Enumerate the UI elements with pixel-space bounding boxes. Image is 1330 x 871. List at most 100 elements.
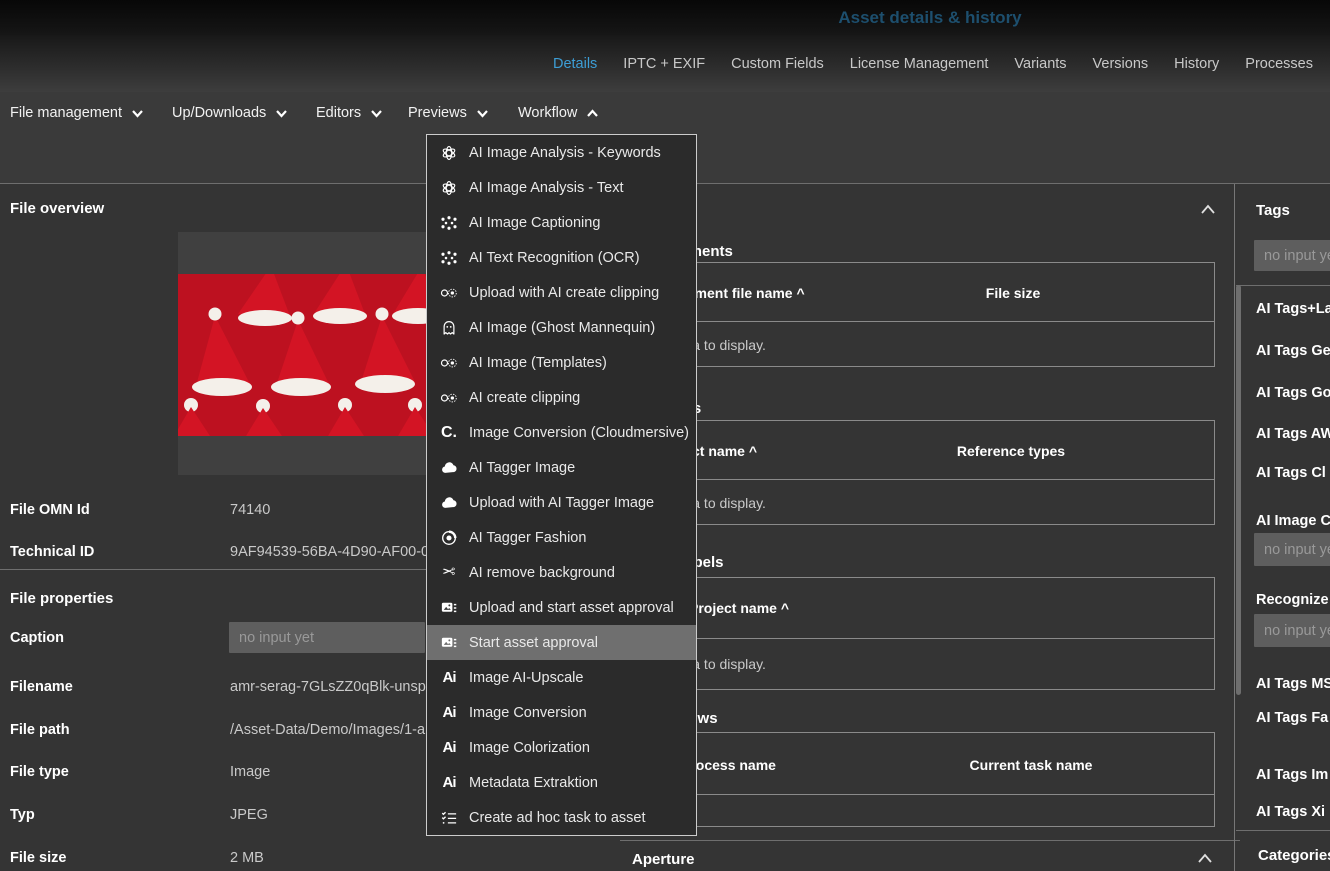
tag-group-ai-tags-ge[interactable]: AI Tags Ge — [1256, 343, 1330, 359]
menu-item-ai-image-analysis-text[interactable]: AI Image Analysis - Text — [427, 170, 696, 205]
chevron-down-icon — [275, 109, 288, 118]
tag-group-ai-tags-la[interactable]: AI Tags+La — [1256, 301, 1330, 317]
ghost-icon — [438, 319, 460, 337]
ai-image-input[interactable] — [1254, 533, 1330, 566]
menu-item-ai-tagger-image[interactable]: AI Tagger Image — [427, 450, 696, 485]
clipping-icon — [438, 284, 460, 302]
tab-processes[interactable]: Processes — [1232, 56, 1326, 72]
column-header-project-name[interactable]: Project name ^ — [689, 600, 789, 616]
aperture-section-title: Aperture — [632, 851, 695, 868]
collapse-panel-icon[interactable] — [1200, 204, 1216, 215]
technical-id-value: 9AF94539-56BA-4D90-AF00-0 — [230, 544, 429, 560]
tag-group-ai-tags-aw[interactable]: AI Tags AW — [1256, 426, 1330, 442]
menu-file-management[interactable]: File management — [10, 105, 144, 121]
column-header-file-size[interactable]: File size — [953, 285, 1073, 301]
window-titlebar: Asset details & history — [0, 0, 1330, 35]
tab-versions[interactable]: Versions — [1080, 56, 1162, 72]
tags-divider — [1236, 285, 1330, 286]
ai-logo-icon: Ai — [438, 670, 460, 685]
menu-item-upload-with-ai-tagger-image[interactable]: Upload with AI Tagger Image — [427, 485, 696, 520]
collapse-aperture-icon[interactable] — [1197, 853, 1213, 864]
openai-icon — [438, 144, 460, 162]
menu-item-ai-text-recognition-ocr[interactable]: AI Text Recognition (OCR) — [427, 240, 696, 275]
menu-item-ai-tagger-fashion[interactable]: AI Tagger Fashion — [427, 520, 696, 555]
workflow-dropdown-menu: AI Image Analysis - Keywords AI Image An… — [426, 134, 697, 836]
field-label: File size — [10, 850, 66, 866]
menu-item-ai-image-ghost-mannequin[interactable]: AI Image (Ghost Mannequin) — [427, 310, 696, 345]
cloudmersive-icon: C. — [438, 425, 460, 441]
recognize-input[interactable] — [1254, 614, 1330, 647]
menu-item-metadata-extraktion[interactable]: Ai Metadata Extraktion — [427, 765, 696, 800]
cloud-icon — [438, 459, 460, 477]
tag-group-ai-tags-xi[interactable]: AI Tags Xi — [1256, 804, 1325, 820]
categories-divider — [1236, 830, 1330, 831]
categories-section-title: Categories — [1258, 847, 1330, 864]
file-size-value: 2 MB — [230, 850, 264, 866]
scissors-icon: ✂ — [438, 565, 460, 581]
aperture-divider — [620, 840, 1240, 841]
column-header-reference-types[interactable]: Reference types — [941, 443, 1081, 459]
menu-item-upload-and-start-asset-approval[interactable]: Upload and start asset approval — [427, 590, 696, 625]
menu-item-create-ad-hoc-task[interactable]: Create ad hoc task to asset — [427, 800, 696, 835]
file-properties-title: File properties — [10, 590, 113, 607]
scrollbar-thumb[interactable] — [1236, 285, 1241, 695]
chevron-down-icon — [131, 109, 144, 118]
field-label: Technical ID — [10, 544, 94, 560]
projects-table: Project name ^ Reference types No data t… — [630, 420, 1215, 525]
tab-variants[interactable]: Variants — [1001, 56, 1079, 72]
menu-item-ai-image-templates[interactable]: AI Image (Templates) — [427, 345, 696, 380]
field-label: File type — [10, 764, 69, 780]
tag-group-ai-tags-fa[interactable]: AI Tags Fa — [1256, 710, 1328, 726]
menu-item-ai-create-clipping[interactable]: AI create clipping — [427, 380, 696, 415]
field-label: File OMN Id — [10, 502, 90, 518]
tag-group-ai-tags-ms[interactable]: AI Tags MS — [1256, 676, 1330, 692]
menu-item-image-conversion-cloudmersive[interactable]: C. Image Conversion (Cloudmersive) — [427, 415, 696, 450]
menu-up-downloads[interactable]: Up/Downloads — [172, 105, 288, 121]
openai-icon — [438, 179, 460, 197]
tag-group-ai-tags-go[interactable]: AI Tags Go — [1256, 385, 1330, 401]
cloud-icon — [438, 494, 460, 512]
asset-thumbnail[interactable] — [178, 274, 438, 436]
attachments-table: Attachment file name ^ File size No data… — [630, 262, 1215, 367]
typ-value: JPEG — [230, 807, 268, 823]
tag-group-ai-image-c[interactable]: AI Image C — [1256, 513, 1330, 529]
tab-license-management[interactable]: License Management — [837, 56, 1002, 72]
ai-logo-icon: Ai — [438, 705, 460, 720]
menu-editors[interactable]: Editors — [316, 105, 383, 121]
field-label: Filename — [10, 679, 73, 695]
tab-details[interactable]: Details — [540, 56, 610, 72]
tags-search-input[interactable] — [1254, 240, 1330, 271]
field-label: File path — [10, 722, 70, 738]
file-overview-title: File overview — [10, 200, 104, 217]
tag-group-ai-tags-im[interactable]: AI Tags Im — [1256, 767, 1328, 783]
column-header-current-task-name[interactable]: Current task name — [961, 757, 1101, 773]
menu-item-image-conversion[interactable]: Ai Image Conversion — [427, 695, 696, 730]
eye-circle-icon — [438, 529, 460, 547]
tag-group-recognize[interactable]: Recognize — [1256, 592, 1329, 608]
clipping-icon — [438, 354, 460, 372]
image-approval-icon — [438, 634, 460, 652]
dots-network-icon — [438, 214, 460, 232]
menu-previews[interactable]: Previews — [408, 105, 489, 121]
caption-label: Caption — [10, 630, 64, 646]
tab-custom-fields[interactable]: Custom Fields — [718, 56, 837, 72]
file-path-value: /Asset-Data/Demo/Images/1-a — [230, 722, 425, 738]
menu-item-ai-remove-background[interactable]: ✂ AI remove background — [427, 555, 696, 590]
menu-item-image-colorization[interactable]: Ai Image Colorization — [427, 730, 696, 765]
ai-logo-icon: Ai — [438, 775, 460, 790]
checklist-icon — [438, 809, 460, 827]
menu-item-ai-image-analysis-keywords[interactable]: AI Image Analysis - Keywords — [427, 135, 696, 170]
menu-item-ai-image-captioning[interactable]: AI Image Captioning — [427, 205, 696, 240]
menu-item-image-ai-upscale[interactable]: Ai Image AI-Upscale — [427, 660, 696, 695]
dots-network-icon — [438, 249, 460, 267]
caption-input[interactable] — [229, 622, 425, 653]
labels-table: Project name ^ No data to display. — [630, 577, 1215, 690]
menu-item-start-asset-approval[interactable]: Start asset approval — [427, 625, 696, 660]
menu-workflow[interactable]: Workflow — [518, 105, 599, 121]
file-omn-id-value: 74140 — [230, 502, 270, 518]
tag-group-ai-tags-cl[interactable]: AI Tags Cl — [1256, 465, 1326, 481]
tab-bar: Details IPTC + EXIF Custom Fields Licens… — [0, 35, 1330, 92]
menu-item-upload-with-ai-create-clipping[interactable]: Upload with AI create clipping — [427, 275, 696, 310]
tab-iptc-exif[interactable]: IPTC + EXIF — [610, 56, 718, 72]
tab-history[interactable]: History — [1161, 56, 1232, 72]
